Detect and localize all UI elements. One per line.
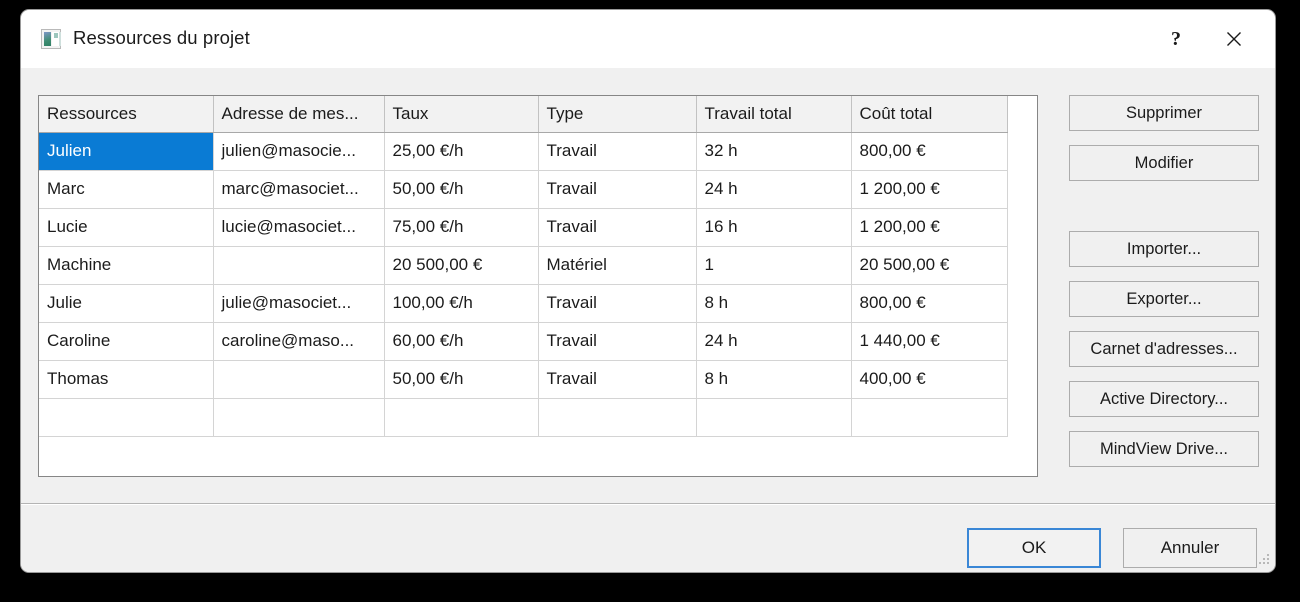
resources-table: Ressources Adresse de mes... Taux Type T… xyxy=(39,96,1008,437)
cell-type[interactable]: Travail xyxy=(538,132,697,171)
cell-email[interactable] xyxy=(213,360,385,399)
close-icon[interactable] xyxy=(1211,16,1257,62)
cell-work[interactable]: 32 h xyxy=(696,132,852,171)
cell-cost[interactable]: 800,00 € xyxy=(851,132,1008,171)
cell-email[interactable]: julie@masociet... xyxy=(213,284,385,323)
cell-email[interactable]: marc@masociet... xyxy=(213,170,385,209)
cell-cost[interactable]: 1 440,00 € xyxy=(851,322,1008,361)
supprimer-button[interactable]: Supprimer xyxy=(1069,95,1259,131)
table-row[interactable]: Marc marc@masociet... 50,00 €/h Travail … xyxy=(39,170,1008,209)
table-row[interactable]: Caroline caroline@maso... 60,00 €/h Trav… xyxy=(39,322,1008,361)
window-title: Ressources du projet xyxy=(73,27,250,48)
cell-work[interactable]: 8 h xyxy=(696,284,852,323)
cell-resource[interactable]: Machine xyxy=(39,246,214,285)
cell-rate[interactable]: 50,00 €/h xyxy=(384,360,539,399)
cell-resource[interactable] xyxy=(39,398,214,437)
importer-button[interactable]: Importer... xyxy=(1069,231,1259,267)
footer-button-group: OK Annuler xyxy=(967,528,1257,568)
cell-rate[interactable]: 100,00 €/h xyxy=(384,284,539,323)
cell-type[interactable] xyxy=(538,398,697,437)
cell-type[interactable]: Matériel xyxy=(538,246,697,285)
column-header-taux[interactable]: Taux xyxy=(384,96,539,133)
cell-work[interactable]: 24 h xyxy=(696,170,852,209)
column-header-cout-total[interactable]: Coût total xyxy=(851,96,1008,133)
cell-resource[interactable]: Lucie xyxy=(39,208,214,247)
table-row[interactable]: Machine 20 500,00 € Matériel 1 20 500,00… xyxy=(39,246,1008,285)
cell-resource[interactable]: Caroline xyxy=(39,322,214,361)
table-body: Julien julien@masocie... 25,00 €/h Trava… xyxy=(39,132,1008,437)
cell-cost[interactable]: 800,00 € xyxy=(851,284,1008,323)
cell-email[interactable]: caroline@maso... xyxy=(213,322,385,361)
side-button-stack: Supprimer Modifier Importer... Exporter.… xyxy=(1069,95,1259,481)
table-row[interactable]: Thomas 50,00 €/h Travail 8 h 400,00 € xyxy=(39,360,1008,399)
column-header-travail-total[interactable]: Travail total xyxy=(696,96,852,133)
active-directory-button[interactable]: Active Directory... xyxy=(1069,381,1259,417)
cell-work[interactable]: 8 h xyxy=(696,360,852,399)
cell-type[interactable]: Travail xyxy=(538,360,697,399)
cell-email[interactable]: lucie@masociet... xyxy=(213,208,385,247)
table-row[interactable]: Julien julien@masocie... 25,00 €/h Trava… xyxy=(39,132,1008,171)
cell-resource[interactable]: Marc xyxy=(39,170,214,209)
title-bar: Ressources du projet ? xyxy=(21,10,1275,68)
cell-rate[interactable]: 60,00 €/h xyxy=(384,322,539,361)
cell-cost[interactable] xyxy=(851,398,1008,437)
cell-email[interactable] xyxy=(213,246,385,285)
modifier-button[interactable]: Modifier xyxy=(1069,145,1259,181)
cell-work[interactable] xyxy=(696,398,852,437)
dialog-body: Ressources Adresse de mes... Taux Type T… xyxy=(21,68,1275,572)
cell-type[interactable]: Travail xyxy=(538,284,697,323)
table-row[interactable]: Julie julie@masociet... 100,00 €/h Trava… xyxy=(39,284,1008,323)
resources-dialog: Ressources du projet ? Ressources Adress… xyxy=(21,10,1275,572)
exporter-button[interactable]: Exporter... xyxy=(1069,281,1259,317)
header-row: Ressources Adresse de mes... Taux Type T… xyxy=(39,96,1008,133)
column-header-type[interactable]: Type xyxy=(538,96,697,133)
cell-cost[interactable]: 1 200,00 € xyxy=(851,208,1008,247)
resize-grip[interactable] xyxy=(1257,554,1271,568)
help-button[interactable]: ? xyxy=(1153,16,1199,62)
project-resources-icon xyxy=(41,29,61,49)
cell-type[interactable]: Travail xyxy=(538,208,697,247)
cell-rate[interactable]: 50,00 €/h xyxy=(384,170,539,209)
cell-type[interactable]: Travail xyxy=(538,322,697,361)
cell-resource[interactable]: Thomas xyxy=(39,360,214,399)
cell-rate[interactable]: 25,00 €/h xyxy=(384,132,539,171)
resources-grid[interactable]: Ressources Adresse de mes... Taux Type T… xyxy=(38,95,1038,477)
cell-resource[interactable]: Julien xyxy=(39,132,214,171)
cell-rate[interactable] xyxy=(384,398,539,437)
cancel-button[interactable]: Annuler xyxy=(1123,528,1257,568)
footer-separator xyxy=(21,503,1275,504)
mindview-drive-button[interactable]: MindView Drive... xyxy=(1069,431,1259,467)
cell-rate[interactable]: 75,00 €/h xyxy=(384,208,539,247)
cell-rate[interactable]: 20 500,00 € xyxy=(384,246,539,285)
column-header-ressources[interactable]: Ressources xyxy=(39,96,214,133)
cell-resource[interactable]: Julie xyxy=(39,284,214,323)
cell-work[interactable]: 24 h xyxy=(696,322,852,361)
screen: Ressources du projet ? Ressources Adress… xyxy=(0,0,1300,602)
cell-cost[interactable]: 20 500,00 € xyxy=(851,246,1008,285)
carnet-adresses-button[interactable]: Carnet d'adresses... xyxy=(1069,331,1259,367)
cell-email[interactable] xyxy=(213,398,385,437)
cell-work[interactable]: 1 xyxy=(696,246,852,285)
table-header: Ressources Adresse de mes... Taux Type T… xyxy=(39,96,1008,133)
cell-type[interactable]: Travail xyxy=(538,170,697,209)
table-row[interactable]: Lucie lucie@masociet... 75,00 €/h Travai… xyxy=(39,208,1008,247)
ok-button[interactable]: OK xyxy=(967,528,1101,568)
cell-cost[interactable]: 400,00 € xyxy=(851,360,1008,399)
cell-email[interactable]: julien@masocie... xyxy=(213,132,385,171)
table-row[interactable] xyxy=(39,398,1008,437)
cell-cost[interactable]: 1 200,00 € xyxy=(851,170,1008,209)
column-header-adresse[interactable]: Adresse de mes... xyxy=(213,96,385,133)
cell-work[interactable]: 16 h xyxy=(696,208,852,247)
